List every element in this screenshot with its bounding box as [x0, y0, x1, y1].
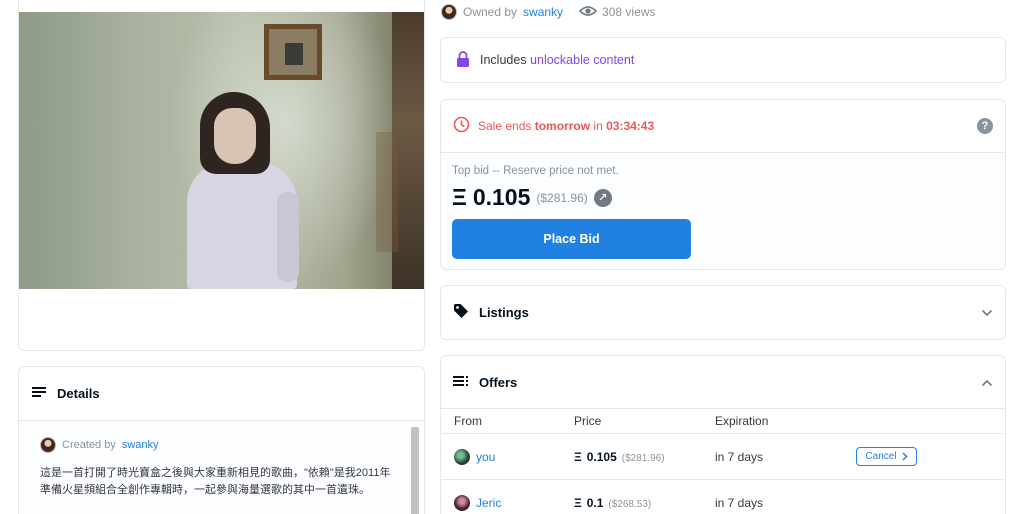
sale-ends-in: in	[593, 119, 603, 133]
details-header[interactable]: Details	[19, 367, 424, 421]
creator-avatar[interactable]	[40, 437, 56, 453]
col-from: From	[454, 414, 482, 428]
clock-icon	[453, 116, 470, 136]
eth-icon: Ξ	[574, 495, 582, 510]
owned-by-label: Owned by	[463, 5, 518, 19]
top-bid-label: Top bid -- Reserve price not met.	[452, 165, 619, 177]
sale-body: Top bid -- Reserve price not met. Ξ 0.10…	[442, 153, 1004, 268]
views-label: 308 views	[602, 5, 656, 19]
offer-from-link[interactable]: Jeric	[476, 496, 501, 510]
table-row: Jeric Ξ 0.1 ($268.53) in 7 days	[442, 480, 1004, 514]
artwork-card	[18, 0, 425, 351]
sale-ends-label: Sale ends	[478, 119, 532, 133]
sale-panel: Sale ends tomorrow in 03:34:43 ? Top bid…	[440, 99, 1006, 270]
cancel-label: Cancel	[865, 451, 897, 462]
chevron-down-icon[interactable]	[981, 305, 993, 320]
sale-timer: Sale ends tomorrow in 03:34:43 ?	[441, 100, 1005, 153]
eth-icon: Ξ	[574, 449, 582, 464]
table-row: you Ξ 0.105 ($281.96) in 7 days Cancel	[442, 434, 1004, 480]
offer-from-link[interactable]: you	[476, 450, 495, 464]
sale-countdown: 03:34:43	[606, 119, 655, 133]
listings-panel[interactable]: Listings	[440, 285, 1006, 340]
current-price-usd: ($281.96)	[536, 190, 588, 205]
offers-table-head: From Price Expiration	[442, 409, 1004, 434]
unlockable-link[interactable]: unlockable content	[530, 53, 634, 67]
offer-price: 0.1	[586, 495, 604, 510]
listings-title: Listings	[479, 305, 529, 320]
details-panel: Details Created by swanky 這是一首打開了時光寶盒之後與…	[18, 366, 425, 514]
place-bid-button[interactable]: Place Bid	[452, 219, 691, 259]
offers-header[interactable]: Offers	[441, 356, 1005, 409]
offer-expiration: in 7 days	[715, 449, 764, 464]
offer-expiration: in 7 days	[715, 495, 764, 510]
owner-link[interactable]: swanky	[523, 5, 563, 19]
help-icon[interactable]: ?	[977, 118, 993, 134]
owner-avatar[interactable]	[441, 4, 457, 20]
created-by-label: Created by	[62, 439, 116, 451]
details-title: Details	[57, 386, 100, 401]
item-description: 這是一首打開了時光寶盒之後與大家重新相見的歌曲，"依賴"是我2011年準備火星頻…	[40, 467, 391, 496]
offers-table: From Price Expiration you Ξ 0.105 ($281.…	[442, 409, 1004, 514]
cancel-offer-button[interactable]: Cancel	[856, 447, 917, 466]
offer-price-usd: ($281.96)	[621, 452, 665, 464]
lock-icon	[456, 50, 470, 70]
photo-electrical-box	[264, 24, 322, 80]
creator-link[interactable]: swanky	[122, 439, 159, 451]
sale-ends-day: tomorrow	[534, 119, 591, 133]
unlockable-banner: Includes unlockable content	[440, 37, 1006, 83]
offer-price: 0.105	[586, 449, 617, 464]
photo-figure-arm	[277, 192, 299, 282]
includes-label: Includes	[480, 53, 527, 67]
artwork-image[interactable]	[19, 12, 424, 289]
col-price: Price	[574, 414, 602, 428]
eth-icon: Ξ	[452, 184, 467, 210]
details-body: Created by swanky 這是一首打開了時光寶盒之後與大家重新相見的歌…	[20, 421, 423, 514]
owner-row: Owned by swanky 308 views	[441, 3, 655, 21]
created-by: Created by swanky	[40, 437, 403, 453]
eye-icon	[578, 5, 598, 20]
offer-price-usd: ($268.53)	[608, 498, 652, 510]
details-scrollbar[interactable]	[411, 427, 419, 514]
tag-icon	[453, 303, 469, 322]
list-icon	[31, 385, 47, 402]
photo-stain	[376, 132, 398, 252]
offers-list-icon	[453, 375, 469, 390]
current-price: 0.105	[472, 184, 531, 210]
offer-avatar[interactable]	[454, 448, 470, 465]
external-link-icon[interactable]: ↗	[593, 188, 612, 207]
offer-avatar[interactable]	[454, 494, 470, 511]
chevron-right-icon	[902, 452, 908, 461]
price-row: Ξ 0.105 ($281.96) ↗	[452, 184, 994, 211]
offers-panel: Offers From Price Expiration you Ξ 0.105…	[440, 355, 1006, 514]
offers-title: Offers	[479, 374, 518, 390]
chevron-up-icon[interactable]	[981, 375, 993, 390]
photo-figure-face	[214, 108, 256, 164]
col-expiration: Expiration	[715, 414, 769, 428]
views-count: 308 views	[578, 5, 656, 20]
